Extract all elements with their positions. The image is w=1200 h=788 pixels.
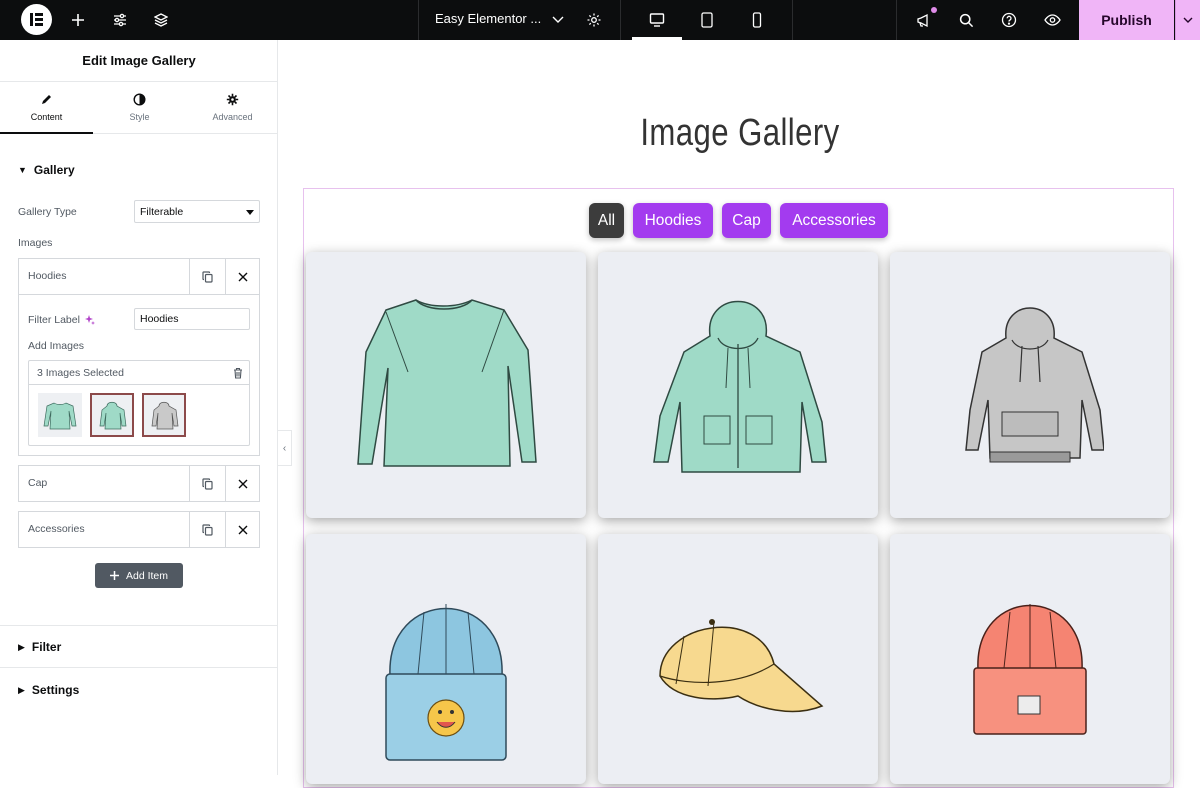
publish-button[interactable]: Publish xyxy=(1079,0,1174,40)
panel-tabs: Content Style Advanced xyxy=(0,83,278,134)
tab-content-label: Content xyxy=(30,112,63,122)
duplicate-icon[interactable] xyxy=(189,259,225,294)
mobile-view-icon[interactable] xyxy=(745,8,769,32)
add-item-button[interactable]: Add Item xyxy=(95,563,183,588)
settings-section-toggle[interactable]: ▶ Settings xyxy=(18,683,79,697)
add-item-label: Add Item xyxy=(125,569,169,582)
gallery-heading: Image Gallery xyxy=(640,112,840,154)
duplicate-icon[interactable] xyxy=(189,512,225,547)
help-icon[interactable] xyxy=(997,8,1021,32)
close-icon[interactable] xyxy=(225,466,260,501)
notifications-megaphone-icon[interactable] xyxy=(912,7,937,32)
search-icon[interactable] xyxy=(954,8,978,32)
images-label: Images xyxy=(18,237,53,249)
gallery-item-grey-hoodie[interactable] xyxy=(890,252,1170,518)
collapse-panel-chevron-icon[interactable]: ‹ xyxy=(278,430,292,466)
media-gallery-control: 3 Images Selected xyxy=(28,360,250,446)
images-selected-count: 3 Images Selected xyxy=(29,361,249,385)
chevron-down-icon[interactable] xyxy=(546,8,570,32)
gallery-section-toggle[interactable]: ▼ Gallery xyxy=(18,163,75,177)
filter-cap-button[interactable]: Cap xyxy=(722,203,771,238)
thumbnail-sweatshirt[interactable] xyxy=(38,393,82,437)
tab-style[interactable]: Style xyxy=(93,83,186,134)
filter-all-button[interactable]: All xyxy=(589,203,624,238)
editor-topbar: Easy Elementor ... Publish xyxy=(0,0,1200,40)
gallery-type-value: Filterable xyxy=(140,206,184,218)
gallery-item-mint-zip-hoodie[interactable] xyxy=(598,252,878,518)
blue-beanie-image xyxy=(385,604,507,761)
thumbnail-grey-hoodie[interactable] xyxy=(142,393,186,437)
repeater-item-title[interactable]: Cap xyxy=(28,477,47,489)
gear-icon xyxy=(226,93,239,106)
filter-label-text: Filter Label xyxy=(28,314,80,326)
tab-content[interactable]: Content xyxy=(0,83,93,134)
close-icon[interactable] xyxy=(225,259,260,294)
tab-advanced[interactable]: Advanced xyxy=(186,83,279,134)
filter-label-label: Filter Label xyxy=(28,314,95,326)
gallery-item-blue-beanie[interactable] xyxy=(306,534,586,784)
caret-right-icon: ▶ xyxy=(18,684,25,695)
structure-layers-icon[interactable] xyxy=(149,8,173,32)
filter-section-toggle[interactable]: ▶ Filter xyxy=(18,640,61,654)
gallery-section-label: Gallery xyxy=(33,163,75,177)
gallery-type-label: Gallery Type xyxy=(18,206,77,218)
filter-label-value: Hoodies xyxy=(140,313,179,325)
divider xyxy=(0,667,278,668)
half-circle-icon xyxy=(133,93,146,106)
add-element-icon[interactable] xyxy=(66,8,90,32)
settings-section-label: Settings xyxy=(31,683,80,697)
pencil-icon xyxy=(42,95,51,104)
divider xyxy=(0,625,278,626)
page-settings-gear-icon[interactable] xyxy=(582,8,606,32)
document-title[interactable]: Easy Elementor ... xyxy=(435,11,541,26)
gallery-item-yellow-cap[interactable] xyxy=(598,534,878,784)
preview-eye-icon[interactable] xyxy=(1040,8,1064,32)
repeater-item-cap: Cap xyxy=(18,465,260,502)
add-images-label: Add Images xyxy=(28,340,85,352)
ai-sparkle-icon[interactable] xyxy=(84,315,95,325)
close-icon[interactable] xyxy=(225,512,260,547)
trash-icon[interactable] xyxy=(233,366,243,384)
gallery-item-mint-sweatshirt[interactable] xyxy=(306,252,586,518)
repeater-item-title[interactable]: Hoodies xyxy=(28,270,67,282)
yellow-cap-image xyxy=(659,619,824,713)
repeater-item-accessories: Accessories xyxy=(18,511,260,548)
mint-sweatshirt-image xyxy=(357,299,537,467)
mint-zip-hoodie-image xyxy=(653,300,827,473)
filter-label-input[interactable]: Hoodies xyxy=(134,308,250,330)
gallery-item-coral-beanie[interactable] xyxy=(890,534,1170,784)
publish-options-chevron-icon[interactable] xyxy=(1175,0,1200,40)
duplicate-icon[interactable] xyxy=(189,466,225,501)
elementor-logo-icon[interactable] xyxy=(21,4,52,35)
thumbnail-zip-hoodie[interactable] xyxy=(90,393,134,437)
plus-icon xyxy=(109,571,119,580)
caret-right-icon: ▶ xyxy=(18,641,25,652)
tab-style-label: Style xyxy=(129,112,150,122)
repeater-item-title[interactable]: Accessories xyxy=(28,523,85,535)
grey-hoodie-image xyxy=(965,307,1104,463)
caret-down-icon: ▼ xyxy=(18,165,27,175)
site-settings-icon[interactable] xyxy=(108,8,132,32)
tablet-view-icon[interactable] xyxy=(695,8,719,32)
panel-title: Edit Image Gallery xyxy=(0,40,278,82)
gallery-type-select[interactable]: Filterable xyxy=(134,200,260,223)
notification-dot xyxy=(931,7,937,13)
active-device-indicator xyxy=(632,37,682,40)
dropdown-arrow-icon xyxy=(246,210,254,215)
editor-panel: Edit Image Gallery Content Style Advance… xyxy=(0,40,278,775)
repeater-item-hoodies: Hoodies xyxy=(18,258,260,295)
tab-advanced-label: Advanced xyxy=(212,112,253,122)
desktop-view-icon[interactable] xyxy=(645,8,669,32)
filter-section-label: Filter xyxy=(31,640,62,654)
filter-accessories-button[interactable]: Accessories xyxy=(780,203,888,238)
filter-hoodies-button[interactable]: Hoodies xyxy=(633,203,713,238)
coral-beanie-image xyxy=(973,604,1087,735)
